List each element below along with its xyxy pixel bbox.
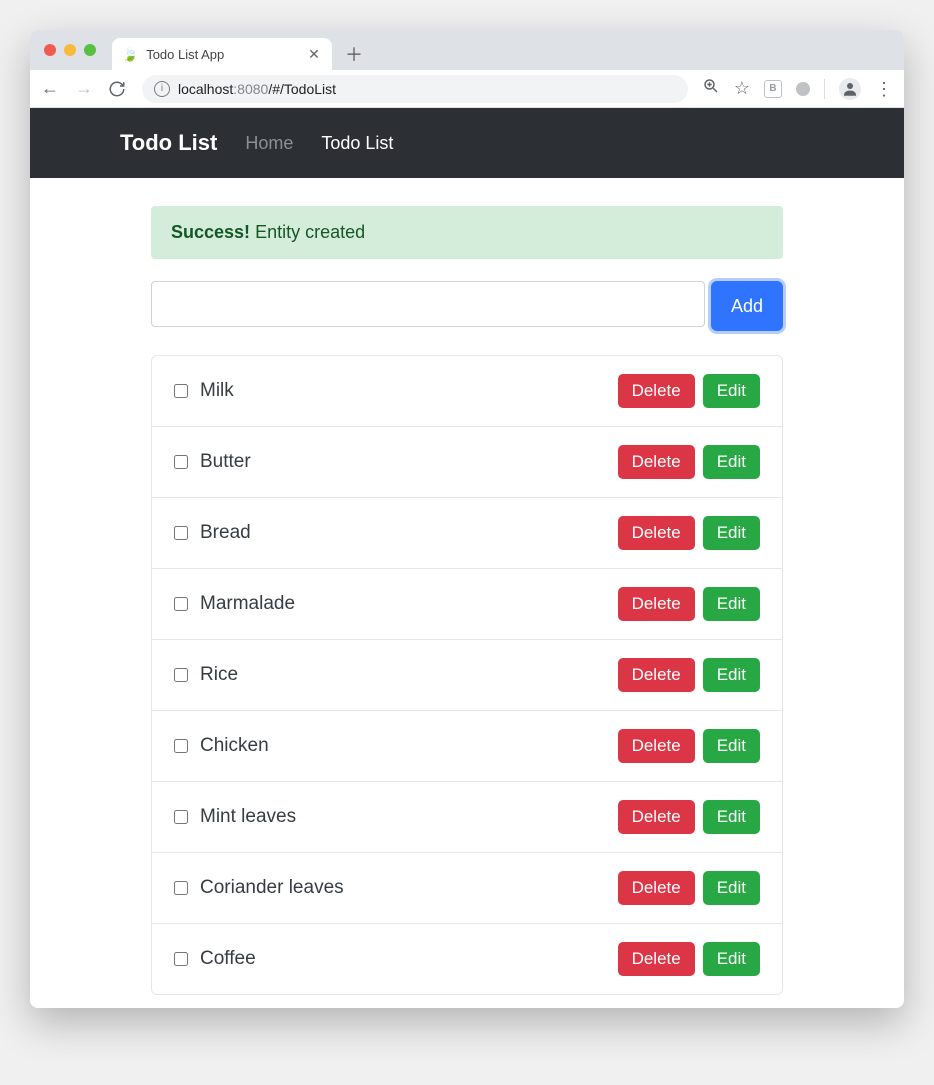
edit-button[interactable]: Edit	[703, 374, 760, 408]
delete-button[interactable]: Delete	[618, 374, 695, 408]
delete-button[interactable]: Delete	[618, 871, 695, 905]
edit-button[interactable]: Edit	[703, 800, 760, 834]
alert-message: Entity created	[255, 222, 365, 242]
todo-list: MilkDeleteEditButterDeleteEditBreadDelet…	[151, 355, 783, 995]
extension-circle-icon[interactable]	[796, 82, 810, 96]
todo-label: Marmalade	[200, 593, 618, 615]
todo-label: Mint leaves	[200, 806, 618, 828]
todo-checkbox[interactable]	[174, 881, 188, 895]
page-viewport: Todo List Home Todo List Success! Entity…	[30, 108, 904, 1008]
todo-item: Mint leavesDeleteEdit	[152, 781, 782, 852]
browser-tab[interactable]: 🍃 Todo List App ✕	[112, 38, 332, 70]
nav-link-home[interactable]: Home	[245, 133, 293, 154]
todo-checkbox[interactable]	[174, 597, 188, 611]
kebab-menu-icon[interactable]: ⋮	[875, 80, 894, 98]
app-navbar: Todo List Home Todo List	[30, 108, 904, 178]
new-tab-button[interactable]: ＋	[340, 40, 368, 68]
page-container: Success! Entity created Add MilkDeleteEd…	[147, 206, 787, 995]
toolbar-separator	[824, 79, 825, 99]
delete-button[interactable]: Delete	[618, 658, 695, 692]
delete-button[interactable]: Delete	[618, 445, 695, 479]
back-button[interactable]: ←	[40, 78, 60, 99]
todo-item: ChickenDeleteEdit	[152, 710, 782, 781]
add-button[interactable]: Add	[711, 281, 783, 331]
app-brand[interactable]: Todo List	[120, 130, 217, 156]
delete-button[interactable]: Delete	[618, 587, 695, 621]
edit-button[interactable]: Edit	[703, 942, 760, 976]
profile-icon[interactable]	[839, 78, 861, 100]
todo-checkbox[interactable]	[174, 739, 188, 753]
edit-button[interactable]: Edit	[703, 516, 760, 550]
todo-label: Rice	[200, 664, 618, 686]
todo-checkbox[interactable]	[174, 384, 188, 398]
delete-button[interactable]: Delete	[618, 800, 695, 834]
todo-item: MarmaladeDeleteEdit	[152, 568, 782, 639]
star-icon[interactable]: ☆	[734, 78, 750, 99]
todo-checkbox[interactable]	[174, 810, 188, 824]
todo-label: Milk	[200, 380, 618, 402]
todo-item: BreadDeleteEdit	[152, 497, 782, 568]
reload-button[interactable]	[108, 80, 128, 98]
window-zoom-icon[interactable]	[84, 44, 96, 56]
todo-checkbox[interactable]	[174, 526, 188, 540]
url-port: :8080	[233, 81, 268, 97]
todo-item: MilkDeleteEdit	[152, 356, 782, 426]
todo-label: Butter	[200, 451, 618, 473]
todo-label: Coriander leaves	[200, 877, 618, 899]
todo-label: Chicken	[200, 735, 618, 757]
todo-label: Coffee	[200, 948, 618, 970]
toolbar-right: ☆ B ⋮	[702, 77, 894, 100]
todo-item: CoffeeDeleteEdit	[152, 923, 782, 994]
todo-checkbox[interactable]	[174, 455, 188, 469]
extension-b-icon[interactable]: B	[764, 80, 782, 98]
alert-success: Success! Entity created	[151, 206, 783, 259]
edit-button[interactable]: Edit	[703, 871, 760, 905]
forward-button[interactable]: →	[74, 78, 94, 99]
todo-item: RiceDeleteEdit	[152, 639, 782, 710]
leaf-icon: 🍃	[122, 48, 138, 61]
window-close-icon[interactable]	[44, 44, 56, 56]
address-bar[interactable]: i localhost:8080/#/TodoList	[142, 75, 688, 103]
browser-window: 🍃 Todo List App ✕ ＋ ← → i localhost:8080…	[30, 30, 904, 1008]
delete-button[interactable]: Delete	[618, 516, 695, 550]
window-minimize-icon[interactable]	[64, 44, 76, 56]
todo-label: Bread	[200, 522, 618, 544]
browser-tab-strip: 🍃 Todo List App ✕ ＋	[30, 30, 904, 70]
url-host: localhost	[178, 81, 233, 97]
site-info-icon[interactable]: i	[154, 81, 170, 97]
todo-checkbox[interactable]	[174, 668, 188, 682]
close-icon[interactable]: ✕	[306, 46, 322, 62]
edit-button[interactable]: Edit	[703, 729, 760, 763]
add-todo-input[interactable]	[151, 281, 705, 327]
edit-button[interactable]: Edit	[703, 445, 760, 479]
todo-item: ButterDeleteEdit	[152, 426, 782, 497]
window-controls	[44, 44, 96, 56]
browser-tab-title: Todo List App	[146, 47, 298, 62]
url-path: /#/TodoList	[268, 81, 336, 97]
todo-checkbox[interactable]	[174, 952, 188, 966]
delete-button[interactable]: Delete	[618, 729, 695, 763]
alert-strong: Success!	[171, 222, 250, 242]
add-todo-form: Add	[151, 281, 783, 331]
edit-button[interactable]: Edit	[703, 587, 760, 621]
browser-toolbar: ← → i localhost:8080/#/TodoList ☆ B ⋮	[30, 70, 904, 108]
todo-item: Coriander leavesDeleteEdit	[152, 852, 782, 923]
zoom-icon[interactable]	[702, 77, 720, 100]
edit-button[interactable]: Edit	[703, 658, 760, 692]
delete-button[interactable]: Delete	[618, 942, 695, 976]
nav-link-todo-list[interactable]: Todo List	[321, 133, 393, 154]
